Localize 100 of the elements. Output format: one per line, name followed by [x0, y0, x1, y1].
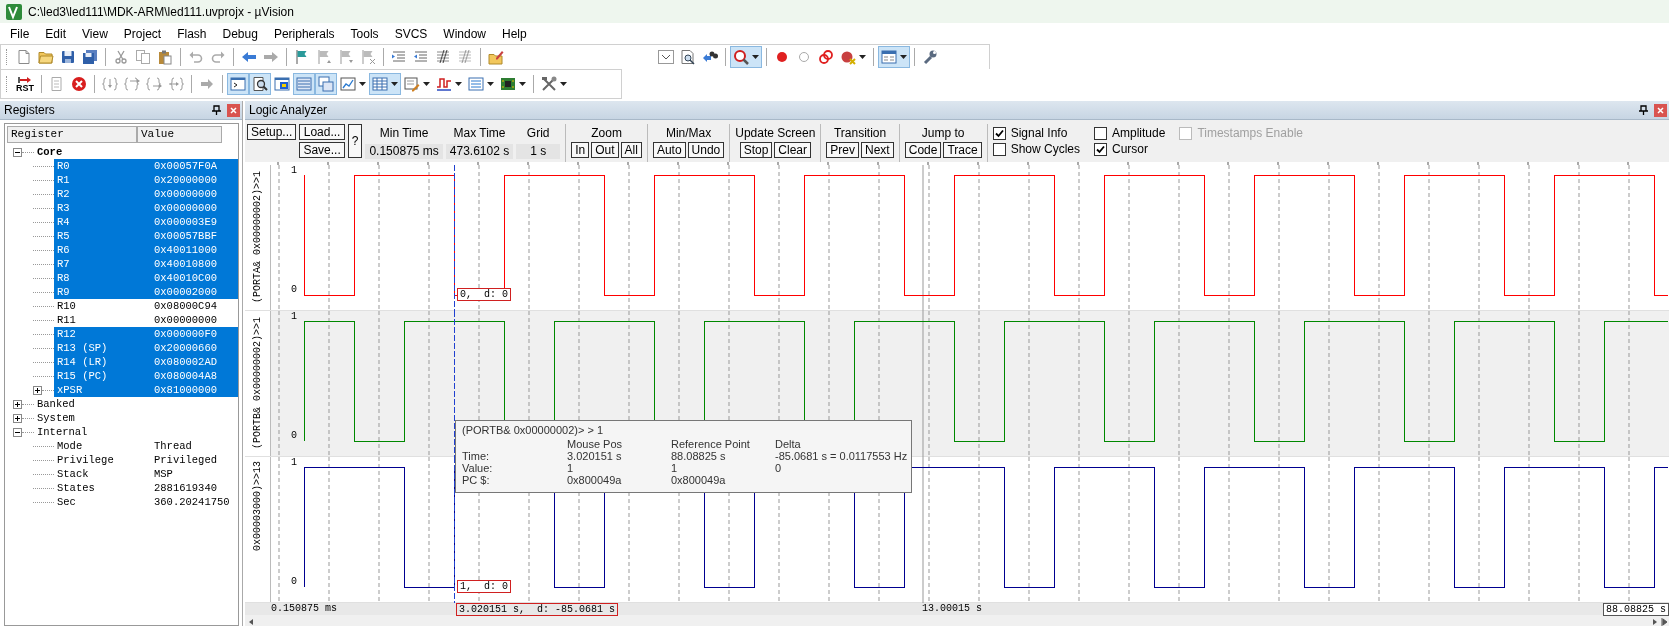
floppy-icon — [60, 49, 76, 65]
register-row[interactable]: R15 (PC) 0x080004A8 — [54, 369, 238, 383]
menu-item[interactable]: SVCS — [386, 26, 436, 41]
menu-item[interactable]: Flash — [169, 26, 215, 41]
register-row[interactable]: R14 (LR) 0x080002AD — [54, 355, 238, 369]
collapse-icon[interactable] — [13, 427, 22, 437]
cursor-value-label: 1, d: 0 — [457, 580, 511, 593]
toolbar-button[interactable]: RST — [13, 73, 37, 95]
expand-icon[interactable] — [13, 399, 22, 409]
control-button[interactable]: Trace — [943, 142, 982, 158]
setup-button[interactable]: Setup... — [247, 124, 297, 140]
register-row[interactable]: R11 0x00000000 — [54, 313, 238, 327]
flag-down-icon — [338, 49, 354, 65]
register-row[interactable]: R0 0x00057F0A — [54, 159, 238, 173]
register-row[interactable]: R9 0x00002000 — [54, 285, 238, 299]
option-checkbox[interactable]: Amplitude — [1094, 126, 1166, 140]
control-button[interactable]: Out — [591, 142, 619, 158]
register-name: Banked — [37, 398, 76, 410]
load-button[interactable]: Load... — [299, 124, 345, 140]
menu-item[interactable]: Debug — [214, 26, 266, 41]
control-button[interactable]: Prev — [826, 142, 860, 158]
menu-item[interactable]: Project — [115, 26, 170, 41]
register-row[interactable]: R10 0x08000C94 — [54, 299, 238, 313]
menu-item[interactable]: Peripherals — [265, 26, 343, 41]
register-value: 0x00000000 — [154, 188, 218, 200]
control-button[interactable]: Code — [904, 142, 942, 158]
tooltip-value: 1 — [671, 462, 679, 474]
clipboard-icon — [157, 49, 173, 65]
register-row[interactable]: R1 0x20000000 — [54, 173, 238, 187]
memory-grid-icon — [372, 76, 388, 92]
close-icon[interactable] — [1654, 103, 1667, 117]
menu-item[interactable]: File — [2, 26, 38, 41]
bug-cross-icon — [840, 49, 856, 65]
column-header[interactable]: Value — [137, 126, 222, 143]
group-label: Zoom — [591, 126, 622, 140]
save-button[interactable]: Save... — [299, 142, 345, 158]
register-row[interactable]: Sec 360.20241750 — [54, 495, 238, 509]
register-row[interactable]: xPSR 0x81000000 — [54, 383, 238, 397]
register-value: Thread — [154, 440, 193, 452]
toolbar-button[interactable] — [730, 46, 762, 68]
column-header[interactable]: Register — [7, 126, 137, 143]
option-checkbox[interactable]: Show Cycles — [992, 142, 1080, 156]
control-button[interactable]: In — [571, 142, 590, 158]
flag-cross-icon — [360, 49, 376, 65]
control-button[interactable]: Stop — [739, 142, 773, 158]
toolbar-button[interactable] — [249, 73, 271, 95]
register-row[interactable]: Stack MSP — [54, 467, 238, 481]
register-row[interactable]: R2 0x00000000 — [54, 187, 238, 201]
group-label: Update Screen — [735, 126, 816, 140]
menu-item[interactable]: Window — [435, 26, 494, 41]
option-checkbox[interactable]: Signal Info — [992, 126, 1080, 140]
register-row[interactable]: R4 0x000003E9 — [54, 215, 238, 229]
register-row[interactable]: States 2881619340 — [54, 481, 238, 495]
collapse-icon[interactable] — [13, 147, 22, 157]
register-row[interactable]: Core — [34, 145, 154, 159]
pin-icon[interactable] — [1639, 105, 1648, 115]
menu-item[interactable]: Edit — [37, 26, 75, 41]
symbols-window-icon — [274, 76, 290, 92]
control-button[interactable]: All — [620, 142, 642, 158]
option-checkbox[interactable]: Cursor — [1094, 142, 1166, 156]
register-row[interactable]: R12 0x000000F0 — [54, 327, 238, 341]
expand-icon[interactable] — [13, 413, 22, 423]
menu-item[interactable]: Help — [494, 26, 535, 41]
register-row[interactable]: R7 0x40010800 — [54, 257, 238, 271]
register-name: R10 — [57, 300, 77, 312]
control-button[interactable]: Undo — [687, 142, 725, 158]
control-button[interactable]: Clear — [774, 142, 811, 158]
checked-box-icon — [992, 126, 1006, 140]
register-row[interactable]: System — [34, 411, 154, 425]
register-value: 360.20241750 — [154, 496, 231, 508]
menu-item[interactable]: Tools — [342, 26, 387, 41]
register-name: Core — [37, 146, 64, 158]
control-button[interactable]: Next — [861, 142, 894, 158]
register-row[interactable]: R5 0x00057BBF — [54, 229, 238, 243]
register-name: Mode — [57, 440, 84, 452]
show-next-arrow-icon — [199, 76, 215, 92]
register-row[interactable]: Privilege Privileged — [54, 453, 238, 467]
register-row[interactable]: Internal — [34, 425, 154, 439]
pin-icon[interactable] — [212, 105, 221, 115]
expand-icon[interactable] — [33, 385, 42, 395]
time-field: 1 s — [516, 144, 561, 159]
register-name: Stack — [57, 468, 90, 480]
control-button[interactable]: Auto — [652, 142, 686, 158]
uncomment-icon — [457, 49, 473, 65]
register-row[interactable]: Mode Thread — [54, 439, 238, 453]
checkbox-icon — [992, 142, 1006, 156]
register-row[interactable]: R3 0x00000000 — [54, 201, 238, 215]
register-row[interactable]: R13 (SP) 0x20000660 — [54, 341, 238, 355]
indent-icon — [391, 49, 407, 65]
close-icon[interactable] — [227, 103, 240, 117]
help-button[interactable]: ? — [347, 124, 363, 158]
register-row[interactable]: R8 0x40010C00 — [54, 271, 238, 285]
register-value: 0x000003E9 — [154, 216, 218, 228]
register-value: 0x080004A8 — [154, 370, 218, 382]
menu-item[interactable]: View — [74, 26, 116, 41]
register-row[interactable]: R6 0x40011000 — [54, 243, 238, 257]
register-name: Internal — [37, 426, 89, 438]
register-row[interactable]: Banked — [34, 397, 154, 411]
register-value: 0x000000F0 — [154, 328, 218, 340]
group-label: Transition — [833, 126, 887, 140]
